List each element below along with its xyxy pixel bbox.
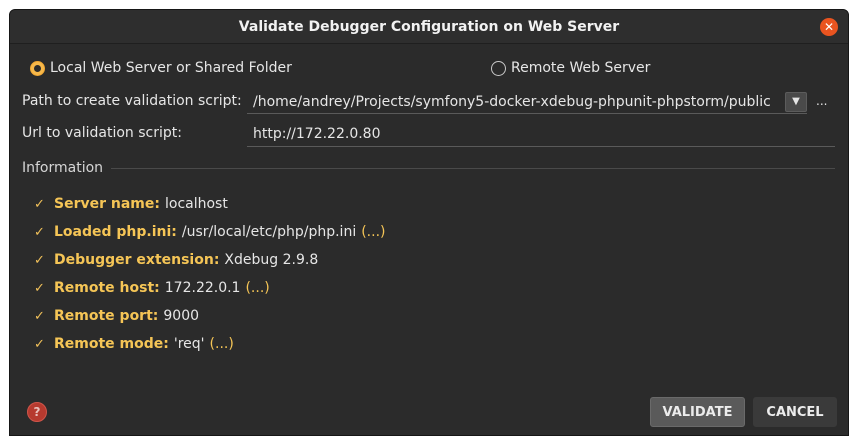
info-value: 9000 xyxy=(163,308,200,324)
info-key: Debugger extension: xyxy=(54,252,220,268)
dialog-title: Validate Debugger Configuration on Web S… xyxy=(238,18,620,35)
more-link[interactable]: (...) xyxy=(245,280,269,296)
check-icon: ✓ xyxy=(34,252,45,268)
local-server-radio[interactable] xyxy=(30,60,45,76)
check-icon: ✓ xyxy=(34,336,45,352)
information-header: Information xyxy=(22,160,835,176)
info-key: Remote host: xyxy=(54,280,160,296)
local-server-option[interactable]: Local Web Server or Shared Folder xyxy=(30,60,292,76)
info-value: 'req' xyxy=(173,336,205,352)
more-link[interactable]: (...) xyxy=(210,336,234,352)
local-server-label: Local Web Server or Shared Folder xyxy=(50,60,292,76)
info-item-loaded-php-ini: ✓ Loaded php.ini: /usr/local/etc/php/php… xyxy=(34,218,386,246)
url-label: Url to validation script: xyxy=(22,125,182,141)
check-icon: ✓ xyxy=(34,308,45,324)
chevron-down-icon[interactable]: ▼ xyxy=(785,91,807,112)
info-value: localhost xyxy=(164,196,228,212)
help-icon[interactable]: ? xyxy=(27,402,47,422)
cancel-button[interactable]: CANCEL xyxy=(753,397,837,427)
info-item-server-name: ✓ Server name: localhost xyxy=(34,190,386,218)
url-value[interactable]: http://172.22.0.80 xyxy=(253,126,381,142)
info-value: /usr/local/etc/php/php.ini xyxy=(181,224,357,240)
section-divider xyxy=(111,167,835,169)
info-value: Xdebug 2.9.8 xyxy=(224,252,319,268)
info-item-remote-port: ✓ Remote port: 9000 xyxy=(34,302,386,330)
remote-server-radio[interactable] xyxy=(491,60,506,76)
info-item-remote-mode: ✓ Remote mode: 'req' (...) xyxy=(34,330,386,358)
info-item-remote-host: ✓ Remote host: 172.22.0.1 (...) xyxy=(34,274,386,302)
information-list: ✓ Server name: localhost ✓ Loaded php.in… xyxy=(34,190,386,358)
info-key: Loaded php.ini: xyxy=(54,224,177,240)
close-icon[interactable]: ✕ xyxy=(820,18,838,36)
check-icon: ✓ xyxy=(34,224,45,240)
validate-debugger-dialog: Validate Debugger Configuration on Web S… xyxy=(9,9,849,436)
info-item-debugger-extension: ✓ Debugger extension: Xdebug 2.9.8 xyxy=(34,246,386,274)
info-value: 172.22.0.1 xyxy=(164,280,241,296)
title-bar: Validate Debugger Configuration on Web S… xyxy=(10,10,848,44)
check-icon: ✓ xyxy=(34,280,45,296)
info-key: Server name: xyxy=(54,196,160,212)
validate-button[interactable]: VALIDATE xyxy=(650,397,745,427)
information-title: Information xyxy=(22,160,104,176)
info-key: Remote port: xyxy=(54,308,159,324)
path-combobox[interactable]: /home/andrey/Projects/symfony5-docker-xd… xyxy=(247,90,807,114)
remote-server-label: Remote Web Server xyxy=(511,60,651,76)
path-input[interactable]: /home/andrey/Projects/symfony5-docker-xd… xyxy=(247,94,785,110)
browse-button[interactable]: ... xyxy=(816,94,827,108)
info-key: Remote mode: xyxy=(54,336,169,352)
path-label: Path to create validation script: xyxy=(22,93,242,109)
check-icon: ✓ xyxy=(34,196,45,212)
more-link[interactable]: (...) xyxy=(361,224,385,240)
url-input[interactable]: http://172.22.0.80 xyxy=(247,121,835,147)
remote-server-option[interactable]: Remote Web Server xyxy=(491,60,650,76)
